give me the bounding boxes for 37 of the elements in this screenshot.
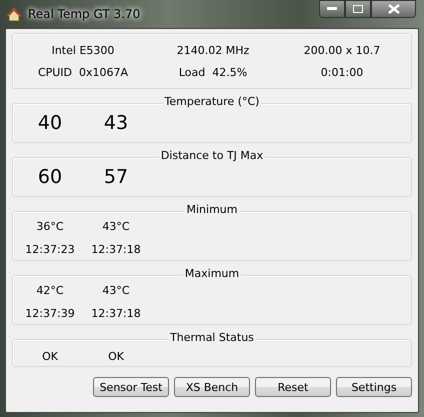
temperature-value: 43 (104, 112, 128, 134)
info-text: CPUID 0x1067A (38, 66, 128, 78)
temperature-value: 42°C (36, 284, 64, 299)
minimize-icon (327, 7, 337, 11)
maximize-button[interactable] (345, 0, 371, 18)
info-text: 2140.02 MHz (176, 44, 250, 56)
maximize-icon (353, 5, 363, 13)
info-text: Load 42.5% (178, 66, 248, 78)
info-text: Intel E5300 (52, 44, 114, 56)
temperature-value: 43°C (102, 220, 130, 235)
app-icon (6, 6, 22, 22)
section-title: Minimum (184, 203, 240, 216)
time-value: 12:37:18 (91, 243, 141, 258)
close-icon (388, 4, 400, 14)
action-button[interactable]: Settings (336, 377, 412, 397)
temperature-value: 43°C (102, 284, 130, 299)
temperature-value: 57 (104, 166, 128, 188)
action-button[interactable]: Reset (255, 377, 331, 397)
temperature-value: 60 (38, 166, 62, 188)
time-value: 12:37:18 (91, 307, 141, 322)
status-value: OK (108, 350, 124, 362)
action-button[interactable]: Sensor Test (93, 377, 169, 397)
temperature-value: 40 (38, 112, 62, 134)
section-title: Temperature (°C) (162, 95, 262, 108)
status-value: OK (42, 350, 58, 362)
info-text: 0:01:00 (320, 66, 364, 78)
action-button[interactable]: XS Bench (174, 377, 250, 397)
section-title: Thermal Status (168, 331, 256, 344)
section-title: Maximum (182, 267, 242, 280)
info-text: 200.00 x 10.7 (304, 44, 380, 56)
time-value: 12:37:23 (25, 243, 75, 258)
time-value: 12:37:39 (25, 307, 75, 322)
window-title: Real Temp GT 3.70 (28, 7, 140, 21)
minimize-button[interactable] (319, 0, 345, 18)
section-title: Distance to TJ Max (158, 149, 266, 162)
temperature-value: 36°C (36, 220, 64, 235)
close-button[interactable] (371, 0, 416, 18)
